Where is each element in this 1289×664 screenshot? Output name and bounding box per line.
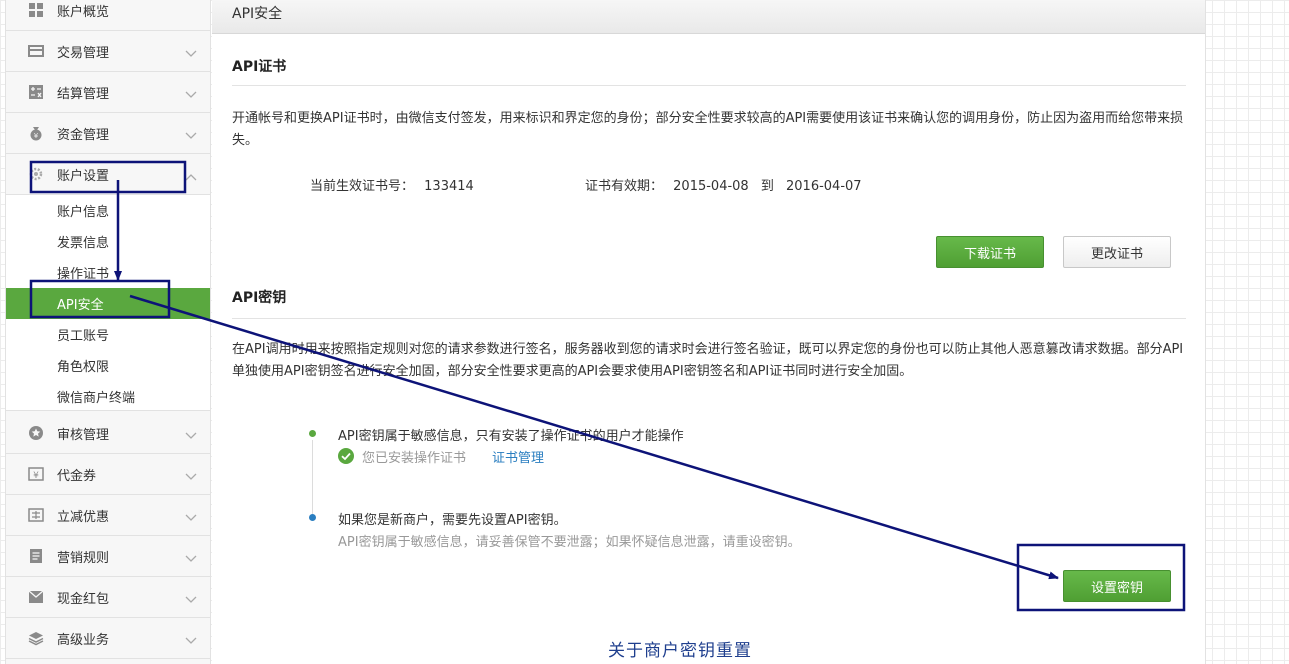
sidebar-item-label: 营销规则 xyxy=(57,550,110,566)
submenu-item-label: 操作证书 xyxy=(57,267,110,282)
grid-icon xyxy=(28,2,44,18)
red-packet-icon xyxy=(28,589,44,605)
sidebar-item-label: 账户概览 xyxy=(57,4,110,20)
discount-icon xyxy=(28,507,44,523)
sidebar-item-account-settings[interactable]: 账户设置 xyxy=(6,154,210,195)
step1-dot xyxy=(309,430,316,437)
chevron-down-icon xyxy=(185,47,197,57)
chevron-down-icon xyxy=(185,511,197,521)
chevron-down-icon xyxy=(185,593,197,603)
document-icon xyxy=(28,548,44,564)
step2-dot xyxy=(309,514,316,521)
chevron-down-icon xyxy=(185,552,197,562)
section-divider xyxy=(232,318,1186,319)
key-reset-link[interactable]: 关于商户密钥重置 xyxy=(608,636,752,661)
chevron-down-icon xyxy=(185,88,197,98)
card-icon xyxy=(28,43,44,59)
change-cert-button[interactable]: 更改证书 xyxy=(1063,236,1171,268)
sidebar-item-label: 账户设置 xyxy=(57,168,110,184)
step-timeline xyxy=(312,440,313,520)
layers-icon xyxy=(28,630,44,646)
submenu-item-label: 账户信息 xyxy=(57,205,110,220)
cert-validity-row: 证书有效期： 2015-04-08 到 2016-04-07 xyxy=(585,175,862,194)
sidebar-item-marketing-rules[interactable]: 营销规则 xyxy=(6,536,210,577)
calculator-icon xyxy=(28,84,44,100)
sidebar-item-label: 现金红包 xyxy=(57,591,110,607)
step2-text: 如果您是新商户，需要先设置API密钥。 xyxy=(338,513,567,528)
step2-note: API密钥属于敏感信息，请妥善保管不要泄露；如果怀疑信息泄露，请重设密钥。 xyxy=(338,535,801,550)
submenu-item-api-security[interactable]: API安全 xyxy=(6,288,210,319)
page-title: API安全 xyxy=(232,6,283,22)
cert-section-title: API证书 xyxy=(232,59,287,75)
cert-management-link[interactable]: 证书管理 xyxy=(492,447,544,466)
submenu-item-role-permissions[interactable]: 角色权限 xyxy=(6,350,210,381)
set-key-button[interactable]: 设置密钥 xyxy=(1063,570,1171,602)
star-badge-icon xyxy=(28,425,44,441)
submenu-item-staff-accounts[interactable]: 员工账号 xyxy=(6,319,210,350)
chevron-down-icon xyxy=(185,470,197,480)
chevron-down-icon xyxy=(185,429,197,439)
cert-validity-start: 2015-04-08 xyxy=(673,179,749,194)
sidebar-item-account-overview[interactable]: 账户概览 xyxy=(6,0,210,31)
sidebar-item-label: 资金管理 xyxy=(57,127,110,143)
sidebar-item-transactions[interactable]: 交易管理 xyxy=(6,31,210,72)
chevron-up-icon xyxy=(185,170,197,181)
sidebar-item-label: 高级业务 xyxy=(57,632,110,648)
sidebar-item-funds[interactable]: ¥ 资金管理 xyxy=(6,113,210,154)
submenu-item-invoice-info[interactable]: 发票信息 xyxy=(6,226,210,257)
sidebar-item-vouchers[interactable]: ¥ 代金券 xyxy=(6,454,210,495)
cert-validity-label: 证书有效期： xyxy=(585,179,664,194)
sidebar: 账户概览 交易管理 结算管理 ¥ 资金管理 账户设置 账户信息 发票信息 操作证… xyxy=(5,0,211,664)
main-panel: API安全 API证书 开通帐号和更换API证书时，由微信支付签发，用来标识和界… xyxy=(212,0,1206,664)
download-cert-button[interactable]: 下载证书 xyxy=(936,236,1044,268)
submenu-item-label: API安全 xyxy=(57,298,104,313)
sidebar-item-label: 结算管理 xyxy=(57,86,110,102)
submenu-item-account-info[interactable]: 账户信息 xyxy=(6,195,210,226)
cert-validity-end: 2016-04-07 xyxy=(786,179,862,194)
submenu-item-label: 发票信息 xyxy=(57,236,110,251)
submenu-item-wechat-terminal[interactable]: 微信商户终端 xyxy=(6,381,210,412)
sidebar-item-label: 立减优惠 xyxy=(57,509,110,525)
sidebar-item-review[interactable]: 审核管理 xyxy=(6,413,210,454)
submenu-item-operation-cert[interactable]: 操作证书 xyxy=(6,257,210,288)
cert-number-label: 当前生效证书号： xyxy=(310,179,415,194)
section-divider xyxy=(232,85,1186,86)
cert-number-value: 133414 xyxy=(424,179,474,194)
key-description: 在API调用时用来按照指定规则对您的请求参数进行签名，服务器收到您的请求时会进行… xyxy=(232,342,1184,379)
cert-validity-to: 到 xyxy=(760,179,774,194)
sidebar-item-label: 交易管理 xyxy=(57,45,110,61)
sidebar-item-cash-red-packet[interactable]: 现金红包 xyxy=(6,577,210,618)
cert-number-row: 当前生效证书号： 133414 xyxy=(310,175,474,194)
sidebar-item-settlement[interactable]: 结算管理 xyxy=(6,72,210,113)
step1-text: API密钥属于敏感信息，只有安装了操作证书的用户才能操作 xyxy=(338,429,684,444)
sidebar-item-label: 审核管理 xyxy=(57,427,110,443)
svg-text:¥: ¥ xyxy=(33,471,39,481)
money-bag-icon: ¥ xyxy=(28,125,44,141)
key-section-title: API密钥 xyxy=(232,290,287,306)
submenu-item-label: 员工账号 xyxy=(57,329,110,344)
step1-status: 您已安装操作证书 xyxy=(362,451,467,466)
gear-icon xyxy=(28,166,44,182)
sidebar-item-instant-discount[interactable]: 立减优惠 xyxy=(6,495,210,536)
chevron-down-icon xyxy=(185,634,197,644)
submenu-item-label: 角色权限 xyxy=(57,360,110,375)
page-header: API安全 xyxy=(212,0,1205,34)
sidebar-item-label: 代金券 xyxy=(57,468,97,484)
sidebar-item-advanced-business[interactable]: 高级业务 xyxy=(6,618,210,659)
chevron-down-icon xyxy=(185,129,197,139)
check-circle-icon xyxy=(338,448,354,464)
submenu-item-label: 微信商户终端 xyxy=(57,391,136,406)
yen-icon: ¥ xyxy=(28,466,44,482)
cert-description: 开通帐号和更换API证书时，由微信支付签发，用来标识和界定您的身份；部分安全性要… xyxy=(232,111,1184,148)
svg-text:¥: ¥ xyxy=(34,132,39,140)
